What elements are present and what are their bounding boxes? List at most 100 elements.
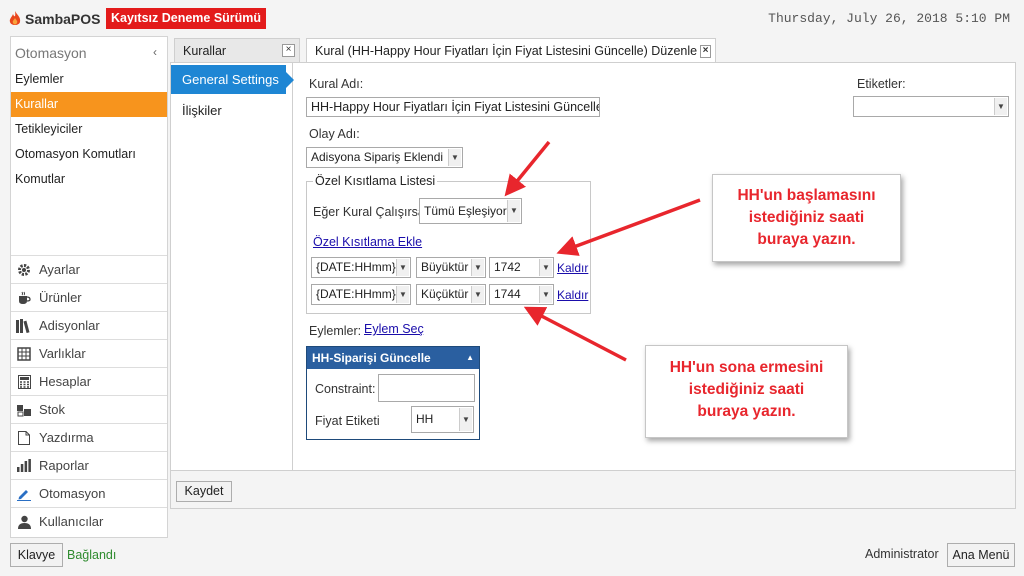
sidebar-item-komutlar[interactable]: Komutlar <box>11 167 167 192</box>
event-select[interactable]: Adisyona Sipariş Eklendi ▼ <box>306 147 463 168</box>
callout-line: buraya yazın. <box>757 231 856 248</box>
module-label: Ayarlar <box>39 262 80 277</box>
tab-general-settings[interactable]: General Settings <box>171 65 294 94</box>
stock-icon <box>16 402 32 418</box>
price-tag-label: Fiyat Etiketi <box>315 414 380 428</box>
constraint-value-text: 1742 <box>494 260 521 274</box>
callout-line: HH'un sona ermesini <box>669 359 824 376</box>
module-label: Otomasyon <box>39 486 106 501</box>
module-varliklar[interactable]: Varlıklar <box>11 339 167 367</box>
chevron-down-icon: ▼ <box>539 259 552 276</box>
connection-status: Bağlandı <box>67 548 117 562</box>
module-urunler[interactable]: Ürünler <box>11 283 167 311</box>
constraint-group-title: Özel Kısıtlama Listesi <box>313 174 438 188</box>
table-icon <box>16 346 32 362</box>
datetime-display: Thursday, July 26, 2018 5:10 PM <box>768 11 1010 26</box>
tab-label: Kural (HH-Happy Hour Fiyatları İçin Fiya… <box>315 44 698 58</box>
module-stok[interactable]: Stok <box>11 395 167 423</box>
chevron-down-icon: ▼ <box>994 98 1007 115</box>
sidebar-item-tetikleyiciler[interactable]: Tetikleyiciler <box>11 117 167 142</box>
chevron-down-icon: ▼ <box>507 200 520 222</box>
callout-line: istediğiniz saati <box>748 209 865 226</box>
module-yazdirma[interactable]: Yazdırma <box>11 423 167 451</box>
tags-select[interactable]: ▼ <box>853 96 1009 117</box>
trial-badge: Kayıtsız Deneme Sürümü <box>106 8 267 29</box>
module-label: Hesaplar <box>39 374 92 389</box>
collapse-up-icon[interactable]: ▲ <box>466 347 474 369</box>
module-label: Kullanıcılar <box>39 514 104 529</box>
collapse-chevron-icon[interactable]: ‹ <box>153 45 157 67</box>
constraint-field-value: {DATE:HHmm} <box>316 260 396 274</box>
price-tag-value: HH <box>416 412 434 426</box>
module-label: Adisyonlar <box>39 318 100 333</box>
add-constraint-link[interactable]: Özel Kısıtlama Ekle <box>313 235 422 249</box>
constraint-value-input[interactable]: 1744 ▼ <box>489 284 554 305</box>
callout-line: buraya yazın. <box>697 403 796 420</box>
constraint-operator-select[interactable]: Küçüktür ▼ <box>416 284 486 305</box>
callout-end-time: HH'un sona ermesini istediğiniz saati bu… <box>645 345 848 438</box>
close-icon[interactable]: × <box>282 44 295 57</box>
save-button[interactable]: Kaydet <box>176 481 232 502</box>
coffee-cup-icon <box>16 290 32 306</box>
keyboard-button[interactable]: Klavye <box>10 543 63 567</box>
action-card-title: HH-Siparişi Güncelle <box>312 351 431 365</box>
tab-rule-edit[interactable]: Kural (HH-Happy Hour Fiyatları İçin Fiya… <box>306 38 716 63</box>
bar-chart-icon <box>16 458 32 474</box>
tab-label: Kurallar <box>183 43 227 58</box>
module-kullanicilar[interactable]: Kullanıcılar <box>11 507 167 535</box>
tab-kurallar[interactable]: Kurallar × <box>174 38 300 62</box>
constraint-operator-value: Küçüktür <box>421 287 469 301</box>
callout-line: HH'un başlamasını <box>737 187 876 204</box>
constraint-label: Constraint: <box>315 382 376 396</box>
sidebar-item-eylemler[interactable]: Eylemler <box>11 67 167 92</box>
chevron-down-icon: ▼ <box>396 286 409 303</box>
action-card-header[interactable]: HH-Siparişi Güncelle ▲ <box>307 347 479 369</box>
user-icon <box>16 514 32 530</box>
remove-constraint-link[interactable]: Kaldır <box>557 288 588 302</box>
module-adisyonlar[interactable]: Adisyonlar <box>11 311 167 339</box>
constraint-field-value: {DATE:HHmm} <box>316 287 396 301</box>
remove-constraint-link[interactable]: Kaldır <box>557 261 588 275</box>
chevron-down-icon: ▼ <box>396 259 409 276</box>
pencil-icon <box>16 486 32 502</box>
match-mode-select[interactable]: Tümü Eşleşiyor ▼ <box>419 198 522 224</box>
sidebar: Otomasyon ‹ Eylemler Kurallar Tetikleyic… <box>10 36 168 538</box>
document-icon <box>16 430 32 446</box>
sidebar-item-otomasyon-komutlari[interactable]: Otomasyon Komutları <box>11 142 167 167</box>
chevron-down-icon: ▼ <box>459 408 472 431</box>
calculator-icon <box>16 374 32 390</box>
select-action-link[interactable]: Eylem Seç <box>364 322 424 336</box>
constraint-field-select[interactable]: {DATE:HHmm} ▼ <box>311 257 411 278</box>
run-if-label: Eğer Kural Çalışırsa <box>313 205 425 219</box>
editor-panel <box>170 62 1016 471</box>
chevron-down-icon: ▼ <box>471 286 484 303</box>
constraint-field-select[interactable]: {DATE:HHmm} ▼ <box>311 284 411 305</box>
gear-icon <box>16 262 32 278</box>
constraint-operator-select[interactable]: Büyüktür ▼ <box>416 257 486 278</box>
module-label: Stok <box>39 402 66 417</box>
price-tag-select[interactable]: HH ▼ <box>411 406 474 433</box>
chevron-down-icon: ▼ <box>539 286 552 303</box>
module-raporlar[interactable]: Raporlar <box>11 451 167 479</box>
close-icon[interactable]: × <box>700 44 711 58</box>
tab-relations[interactable]: İlişkiler <box>182 103 222 118</box>
match-mode-value: Tümü Eşleşiyor <box>424 204 507 218</box>
constraint-input[interactable] <box>378 374 475 402</box>
sidebar-header: Otomasyon ‹ <box>11 37 167 67</box>
button-bar <box>170 471 1016 509</box>
books-icon <box>16 318 32 334</box>
module-hesaplar[interactable]: Hesaplar <box>11 367 167 395</box>
module-list: Ayarlar Ürünler Adisyonlar Varlıklar Hes… <box>11 255 167 535</box>
sidebar-item-kurallar[interactable]: Kurallar <box>11 92 167 117</box>
constraint-value-input[interactable]: 1742 ▼ <box>489 257 554 278</box>
sidebar-title: Otomasyon <box>15 45 87 61</box>
actions-label: Eylemler: <box>309 324 362 338</box>
module-label: Yazdırma <box>39 430 94 445</box>
main-menu-button[interactable]: Ana Menü <box>947 543 1015 567</box>
tags-label: Etiketler: <box>857 77 906 91</box>
module-otomasyon[interactable]: Otomasyon <box>11 479 167 507</box>
module-label: Varlıklar <box>39 346 86 361</box>
rule-name-input[interactable]: HH-Happy Hour Fiyatları İçin Fiyat Liste… <box>306 97 600 117</box>
constraint-value-text: 1744 <box>494 287 521 301</box>
module-ayarlar[interactable]: Ayarlar <box>11 255 167 283</box>
